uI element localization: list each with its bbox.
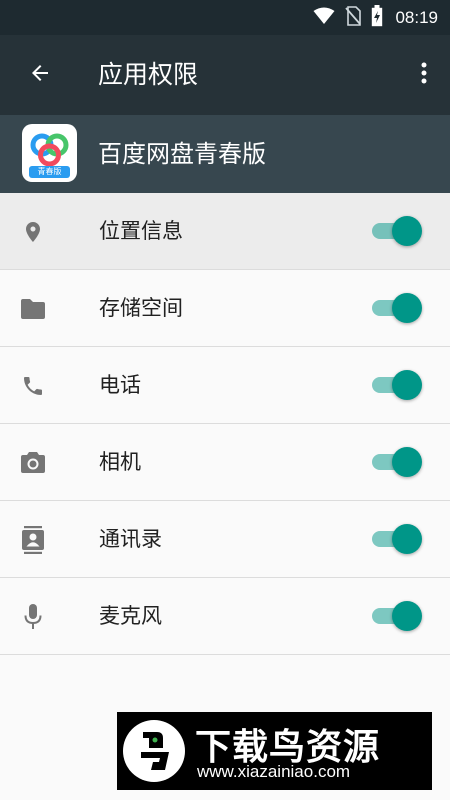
permission-label: 电话 <box>99 373 141 397</box>
permission-toggle[interactable] <box>372 369 422 401</box>
bird-logo-icon <box>123 720 185 782</box>
app-icon-tag: 青春版 <box>29 166 70 178</box>
permission-row-storage[interactable]: 存储空间 <box>0 270 450 347</box>
watermark-banner: 下载鸟资源 www.xiazainiao.com <box>117 712 432 790</box>
back-button[interactable] <box>18 53 62 97</box>
battery-charging-icon <box>371 4 383 31</box>
toggle-thumb <box>392 524 422 554</box>
folder-icon <box>18 294 48 324</box>
more-vert-icon <box>421 61 427 89</box>
permission-label: 位置信息 <box>99 219 183 243</box>
overflow-menu-button[interactable] <box>412 53 436 97</box>
permission-row-location[interactable]: 位置信息 <box>0 193 450 270</box>
permission-toggle[interactable] <box>372 523 422 555</box>
permission-toggle[interactable] <box>372 446 422 478</box>
camera-icon <box>18 448 48 478</box>
permission-label: 通讯录 <box>99 527 162 551</box>
app-icon: 青春版 <box>22 124 77 182</box>
toggle-thumb <box>392 293 422 323</box>
permission-toggle[interactable] <box>372 600 422 632</box>
status-time: 08:19 <box>395 7 438 27</box>
permission-toggle[interactable] <box>372 215 422 247</box>
page-title: 应用权限 <box>98 60 199 89</box>
phone-icon <box>18 371 48 401</box>
permission-label: 存储空间 <box>99 296 183 320</box>
contacts-icon <box>18 525 48 555</box>
permission-row-contacts[interactable]: 通讯录 <box>0 501 450 578</box>
permission-toggle[interactable] <box>372 292 422 324</box>
location-icon <box>18 217 48 247</box>
wifi-icon <box>313 7 335 29</box>
no-sim-icon <box>345 5 362 30</box>
toggle-thumb <box>392 216 422 246</box>
app-header: 青春版 百度网盘青春版 <box>0 115 450 193</box>
permission-list: 位置信息 存储空间 电话 相机 通讯录 麦克风 <box>0 193 450 655</box>
arrow-back-icon <box>28 61 52 89</box>
status-bar: 08:19 <box>0 0 450 35</box>
permission-row-camera[interactable]: 相机 <box>0 424 450 501</box>
status-icons: 08:19 <box>313 0 438 35</box>
app-bar: 应用权限 <box>0 35 450 115</box>
toggle-thumb <box>392 370 422 400</box>
permission-label: 相机 <box>99 450 141 474</box>
watermark-url: www.xiazainiao.com <box>197 762 351 781</box>
microphone-icon <box>18 602 48 632</box>
toggle-thumb <box>392 601 422 631</box>
permission-label: 麦克风 <box>99 604 162 628</box>
permission-row-microphone[interactable]: 麦克风 <box>0 578 450 655</box>
toggle-thumb <box>392 447 422 477</box>
app-name: 百度网盘青春版 <box>98 140 266 168</box>
permission-row-phone[interactable]: 电话 <box>0 347 450 424</box>
